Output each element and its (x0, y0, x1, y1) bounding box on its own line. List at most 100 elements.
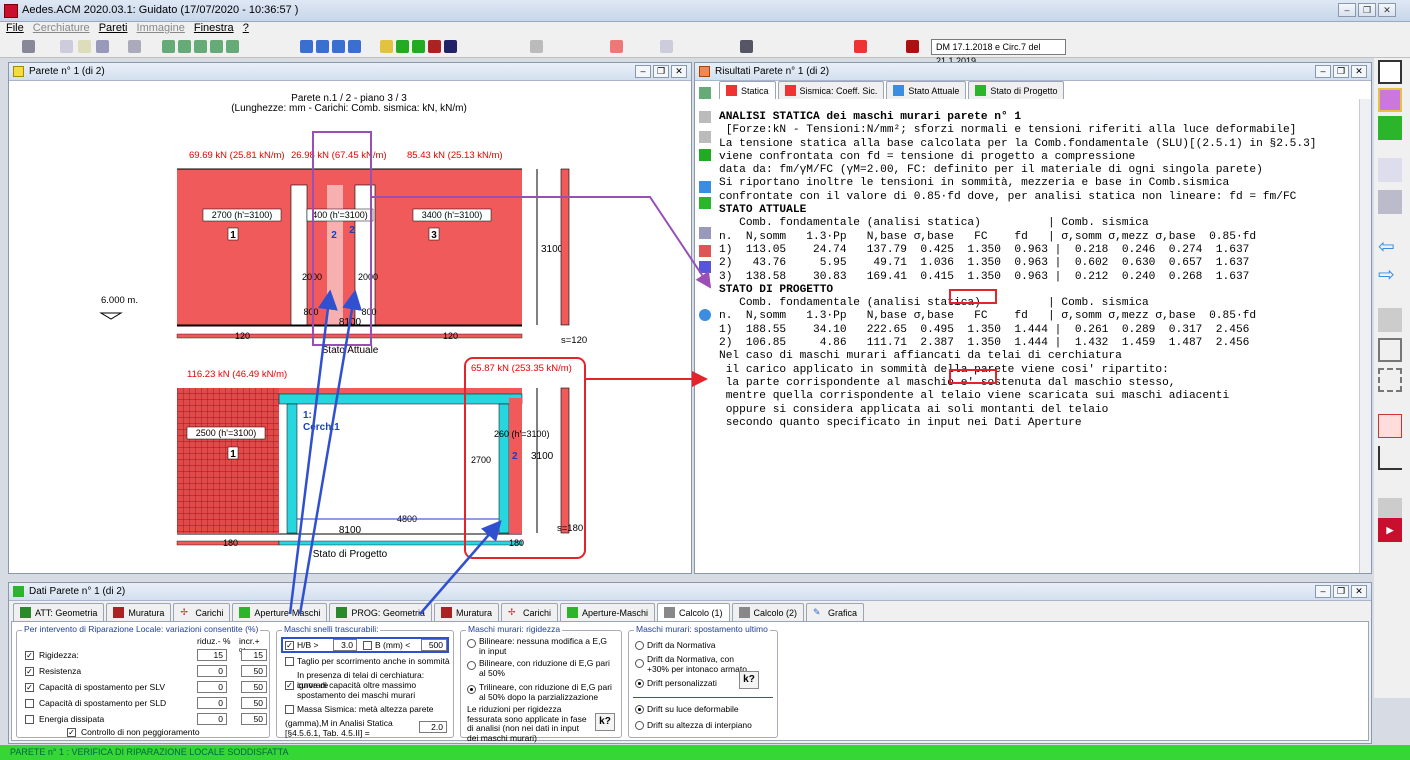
table-icon[interactable] (699, 149, 711, 161)
graph-icon[interactable] (699, 131, 711, 143)
tab-statica[interactable]: Statica (719, 81, 776, 99)
chip-icon[interactable] (1378, 88, 1402, 112)
tab-calcolo-2[interactable]: Calcolo (2) (731, 603, 805, 621)
minimize-button[interactable]: – (1315, 65, 1331, 78)
refresh-icon[interactable] (699, 309, 711, 321)
tool-icon[interactable] (22, 40, 35, 53)
chart-icon[interactable] (530, 40, 543, 53)
menu-help[interactable]: ? (243, 22, 249, 34)
bilinear-radio[interactable] (467, 639, 476, 648)
frame-icon[interactable] (1378, 116, 1402, 140)
bilinear-reduced-radio[interactable] (467, 661, 476, 670)
tab-calcolo-1[interactable]: Calcolo (1) (657, 603, 730, 621)
copy-icon[interactable] (1378, 190, 1402, 214)
wall-icon[interactable] (396, 40, 409, 53)
drift-personalizzati-radio[interactable] (635, 679, 644, 688)
page-icon[interactable] (1378, 308, 1402, 332)
reduction-input[interactable]: 0 (197, 713, 227, 725)
first-icon[interactable] (300, 40, 313, 53)
tab-att-aperture[interactable]: Aperture-Maschi (232, 603, 328, 621)
energia-checkbox[interactable] (25, 715, 34, 724)
reduction-input[interactable]: 0 (197, 665, 227, 677)
zoom-fit-icon[interactable] (210, 40, 223, 53)
tab-grafica[interactable]: ✎ Grafica (806, 603, 865, 621)
zoom-window-icon[interactable] (226, 40, 239, 53)
tab-stato-progetto[interactable]: Stato di Progetto (968, 81, 1065, 99)
shape-outline-icon[interactable] (1378, 368, 1402, 392)
increase-input[interactable]: 50 (241, 713, 267, 725)
restore-button[interactable]: ❐ (1333, 65, 1349, 78)
tab-att-carichi[interactable]: ✢ Carichi (173, 603, 231, 621)
document-icon[interactable] (1378, 158, 1402, 182)
massa-checkbox[interactable] (285, 705, 294, 714)
menu-pareti[interactable]: Pareti (99, 22, 128, 34)
menu-cerchiature[interactable]: Cerchiature (33, 22, 90, 34)
graph-icon[interactable] (1378, 446, 1402, 470)
tab-stato-attuale[interactable]: Stato Attuale (886, 81, 967, 99)
drift-interpiano-radio[interactable] (635, 721, 644, 730)
reduction-input[interactable]: 0 (197, 697, 227, 709)
restore-button[interactable]: ❐ (1358, 3, 1376, 17)
youtube-icon[interactable] (906, 40, 919, 53)
menu-finestra[interactable]: Finestra (194, 22, 234, 34)
last-icon[interactable] (348, 40, 361, 53)
close-button[interactable]: ✕ (1351, 65, 1367, 78)
rigidezza-checkbox[interactable]: ✓ (25, 651, 34, 660)
close-button[interactable]: ✕ (1351, 585, 1367, 598)
drift-luce-radio[interactable] (635, 705, 644, 714)
tab-prog-muratura[interactable]: Muratura (433, 603, 499, 621)
arrow-left-icon[interactable]: ⇦ (1378, 234, 1402, 258)
restore-button[interactable]: ❐ (653, 65, 669, 78)
tab-prog-aperture[interactable]: Aperture-Maschi (559, 603, 656, 621)
close-button[interactable]: ✕ (671, 65, 687, 78)
help-icon[interactable] (854, 40, 867, 53)
grid-icon[interactable] (428, 40, 441, 53)
tab-att-muratura[interactable]: Muratura (106, 603, 172, 621)
restore-button[interactable]: ❐ (1333, 585, 1349, 598)
trilinear-radio[interactable] (467, 685, 476, 694)
home-icon[interactable] (380, 40, 393, 53)
chart-icon[interactable] (699, 111, 711, 123)
copy-icon[interactable] (699, 227, 711, 239)
slv-checkbox[interactable]: ✓ (25, 683, 34, 692)
gamma-input[interactable]: 2.0 (419, 721, 447, 733)
tab-prog-geometria[interactable]: PROG: Geometria (329, 603, 432, 621)
b-checkbox[interactable] (363, 641, 372, 650)
results-icon[interactable] (610, 40, 623, 53)
tool-icon[interactable] (699, 87, 711, 99)
hb-input[interactable]: 3.0 (333, 639, 357, 651)
zoom-icon[interactable] (162, 40, 175, 53)
font-down-icon[interactable] (699, 261, 711, 273)
frame-icon[interactable] (412, 40, 425, 53)
font-up-icon[interactable] (699, 245, 711, 257)
tab-prog-carichi[interactable]: ✢ Carichi (500, 603, 558, 621)
hb-checkbox[interactable]: ✓ (285, 641, 294, 650)
shape-icon[interactable] (1378, 338, 1402, 362)
scrollbar[interactable] (1359, 99, 1371, 573)
beam-icon[interactable] (444, 40, 457, 53)
increase-input[interactable]: 50 (241, 665, 267, 677)
b-input[interactable]: 500 (421, 639, 447, 651)
curva-checkbox[interactable]: ✓ (285, 681, 294, 690)
prev-icon[interactable] (316, 40, 329, 53)
minimize-button[interactable]: – (635, 65, 651, 78)
tab-att-geometria[interactable]: ATT: Geometria (13, 603, 105, 621)
taglio-checkbox[interactable] (285, 657, 294, 666)
minimize-button[interactable]: – (1338, 3, 1356, 17)
table-icon[interactable] (740, 40, 753, 53)
p-icon[interactable] (699, 197, 711, 209)
pdf-icon[interactable] (1378, 414, 1402, 438)
arrow-right-icon[interactable]: ⇨ (1378, 262, 1402, 286)
print-icon[interactable] (128, 40, 141, 53)
zoom-out-icon[interactable] (194, 40, 207, 53)
close-button[interactable]: ✕ (1378, 3, 1396, 17)
youtube-icon[interactable]: ▶ (1378, 518, 1402, 542)
menu-file[interactable]: File (6, 22, 24, 34)
help-button[interactable]: k? (595, 713, 615, 731)
drift-normativa-radio[interactable] (635, 641, 644, 650)
increase-input[interactable]: 50 (241, 681, 267, 693)
resistenza-checkbox[interactable]: ✓ (25, 667, 34, 676)
new-icon[interactable] (60, 40, 73, 53)
help-button[interactable]: k? (739, 671, 759, 689)
open-icon[interactable] (78, 40, 91, 53)
